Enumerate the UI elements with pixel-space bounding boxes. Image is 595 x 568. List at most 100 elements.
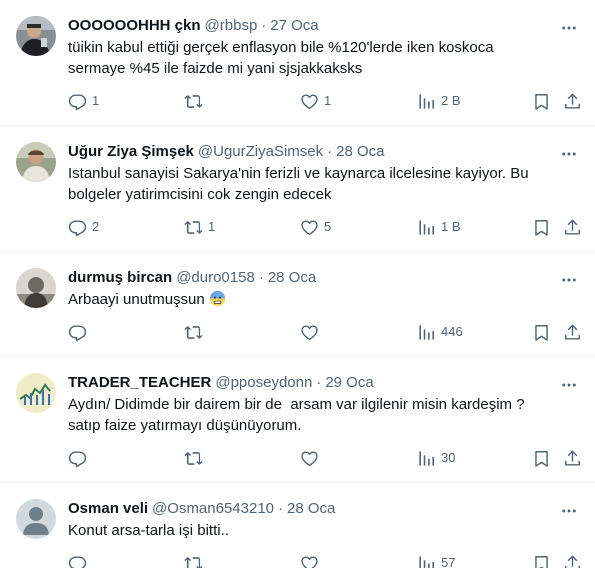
- action-bar: 30: [68, 436, 582, 482]
- separator-dot: ·: [258, 269, 264, 286]
- tweet-header: Uğur Ziya Şimşek @UgurZiyaSimsek · 28 Oc…: [68, 142, 579, 162]
- share-button[interactable]: [563, 448, 582, 468]
- author-name[interactable]: Osman veli: [68, 499, 148, 519]
- reply-count: 1: [92, 93, 100, 108]
- views-icon: [419, 93, 435, 109]
- views-button[interactable]: 30: [417, 448, 455, 468]
- author-name[interactable]: TRADER_TEACHER: [68, 373, 211, 393]
- tweet[interactable]: Uğur Ziya Şimşek @UgurZiyaSimsek · 28 Oc…: [0, 126, 595, 252]
- reply-button[interactable]: 1: [68, 91, 99, 111]
- author-handle[interactable]: @pposeydonn: [215, 373, 312, 393]
- tweet[interactable]: durmuş bircan @duro0158 · 28 Oca Arbaayi…: [0, 252, 595, 357]
- share-icon: [565, 450, 580, 466]
- more-icon[interactable]: [559, 375, 579, 395]
- retweet-count: 1: [208, 219, 216, 234]
- separator-dot: ·: [278, 500, 284, 517]
- like-count: 1: [324, 93, 332, 108]
- more-icon[interactable]: [559, 270, 579, 290]
- bookmark-button[interactable]: [532, 553, 551, 568]
- reply-count: 2: [92, 219, 100, 234]
- like-button[interactable]: [300, 448, 324, 468]
- tweet-header: Osman veli @Osman6543210 · 28 Oca: [68, 499, 579, 519]
- bookmark-icon: [535, 93, 548, 110]
- tweet-text: Konut arsa-tarla işi bitti..: [68, 522, 229, 539]
- more-icon[interactable]: [559, 18, 579, 38]
- bookmark-button[interactable]: [532, 217, 551, 237]
- views-button[interactable]: 57: [417, 553, 455, 568]
- tweet-date[interactable]: 28 Oca: [336, 142, 384, 162]
- more-icon[interactable]: [559, 144, 579, 164]
- cold-sweat-face-emoji: [209, 290, 225, 307]
- bookmark-button[interactable]: [532, 448, 551, 468]
- views-count: 446: [441, 324, 463, 339]
- reply-icon: [68, 324, 87, 341]
- share-button[interactable]: [563, 322, 582, 342]
- reply-icon: [68, 450, 87, 467]
- bookmark-icon: [535, 555, 548, 568]
- reply-icon: [68, 93, 87, 110]
- tweet[interactable]: OOOOOOHHH çkn @rbbsp · 27 Oca tüikin kab…: [0, 0, 595, 126]
- avatar[interactable]: [16, 16, 56, 56]
- like-button[interactable]: 5: [300, 217, 331, 237]
- separator-dot: ·: [261, 17, 267, 34]
- like-icon: [301, 450, 318, 466]
- retweet-icon: [184, 220, 203, 234]
- retweet-button[interactable]: [184, 322, 208, 342]
- like-icon: [301, 93, 318, 109]
- retweet-icon: [184, 451, 203, 465]
- views-icon: [419, 219, 435, 235]
- retweet-icon: [184, 325, 203, 339]
- separator-dot: ·: [316, 374, 322, 391]
- reply-button[interactable]: 2: [68, 217, 99, 237]
- tweet[interactable]: Osman veli @Osman6543210 · 28 Oca Konut …: [0, 483, 595, 568]
- author-handle[interactable]: @rbbsp: [205, 16, 258, 36]
- avatar[interactable]: [16, 373, 56, 413]
- like-icon: [301, 219, 318, 235]
- share-icon: [565, 555, 580, 568]
- tweet-date[interactable]: 28 Oca: [287, 499, 335, 519]
- share-button[interactable]: [563, 91, 582, 111]
- avatar[interactable]: [16, 499, 56, 539]
- author-name[interactable]: Uğur Ziya Şimşek: [68, 142, 194, 162]
- bookmark-button[interactable]: [532, 91, 551, 111]
- reply-feed: OOOOOOHHH çkn @rbbsp · 27 Oca tüikin kab…: [0, 0, 595, 568]
- like-icon: [301, 324, 318, 340]
- like-button[interactable]: 1: [300, 91, 331, 111]
- avatar[interactable]: [16, 268, 56, 308]
- like-icon: [301, 555, 318, 568]
- tweet-date[interactable]: 28 Oca: [268, 268, 316, 288]
- retweet-icon: [184, 94, 203, 108]
- tweet-date[interactable]: 29 Oca: [325, 373, 373, 393]
- author-handle[interactable]: @duro0158: [176, 268, 255, 288]
- retweet-button[interactable]: [184, 553, 208, 568]
- retweet-button[interactable]: [184, 448, 208, 468]
- share-button[interactable]: [563, 553, 582, 568]
- like-button[interactable]: [300, 322, 324, 342]
- views-button[interactable]: 446: [417, 322, 463, 342]
- retweet-button[interactable]: 1: [184, 217, 215, 237]
- avatar[interactable]: [16, 142, 56, 182]
- action-bar: 2 1 5 1 B: [68, 205, 582, 251]
- views-count: 2 B: [441, 93, 461, 108]
- tweet-date[interactable]: 27 Oca: [270, 16, 318, 36]
- bookmark-icon: [535, 324, 548, 341]
- share-icon: [565, 219, 580, 235]
- bookmark-button[interactable]: [532, 322, 551, 342]
- views-count: 1 B: [441, 219, 461, 234]
- share-button[interactable]: [563, 217, 582, 237]
- views-button[interactable]: 1 B: [417, 217, 461, 237]
- retweet-button[interactable]: [184, 91, 208, 111]
- tweet-text-container: Arbaayi unutmuşsun: [68, 289, 579, 310]
- author-name[interactable]: OOOOOOHHH çkn: [68, 16, 201, 36]
- reply-button[interactable]: [68, 322, 92, 342]
- tweet[interactable]: TRADER_TEACHER @pposeydonn · 29 Oca Aydı…: [0, 357, 595, 483]
- author-handle[interactable]: @Osman6543210: [152, 499, 274, 519]
- reply-button[interactable]: [68, 448, 92, 468]
- reply-button[interactable]: [68, 553, 92, 568]
- more-icon[interactable]: [559, 501, 579, 521]
- like-button[interactable]: [300, 553, 324, 568]
- views-button[interactable]: 2 B: [417, 91, 461, 111]
- action-bar: 446: [68, 310, 582, 356]
- author-name[interactable]: durmuş bircan: [68, 268, 172, 288]
- author-handle[interactable]: @UgurZiyaSimsek: [198, 142, 323, 162]
